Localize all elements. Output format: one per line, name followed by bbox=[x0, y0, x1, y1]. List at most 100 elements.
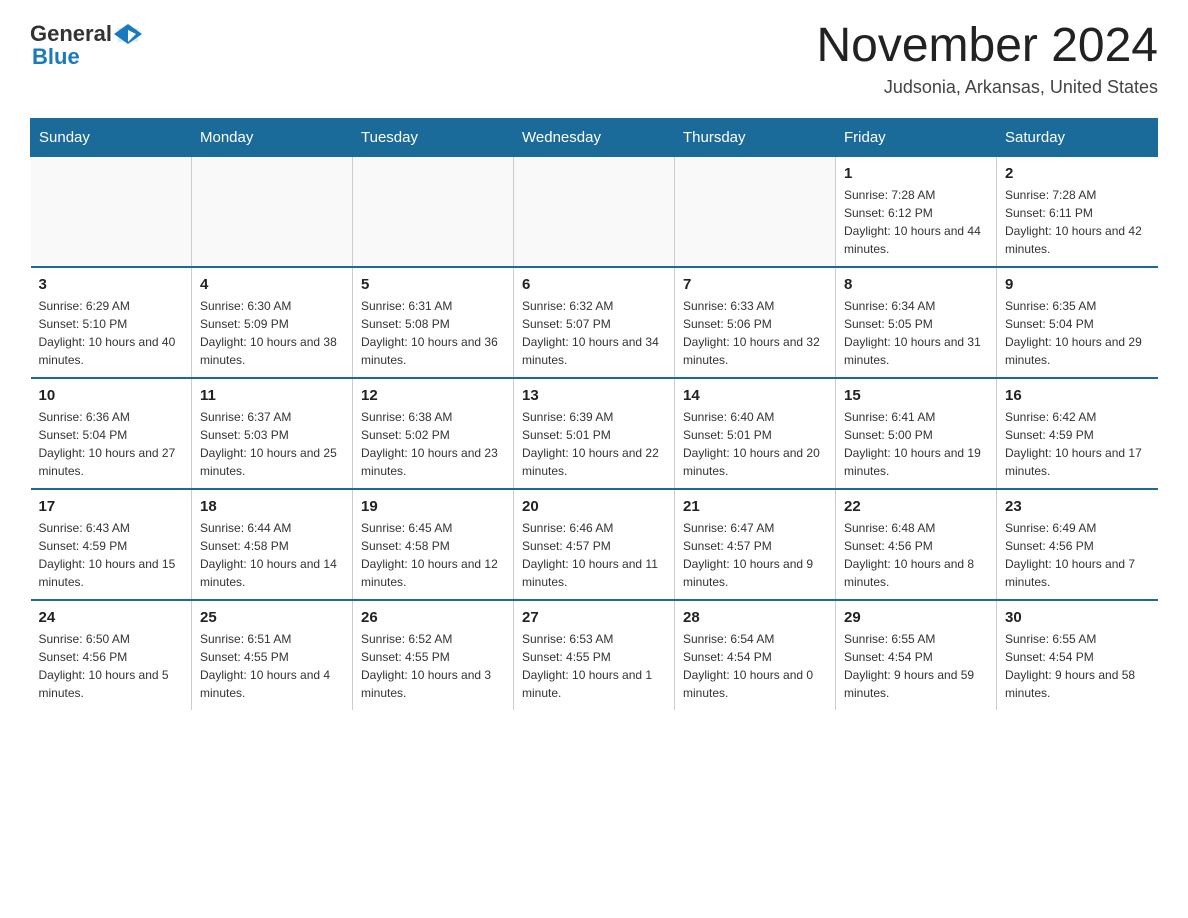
calendar-day-cell: 12 Sunrise: 6:38 AM Sunset: 5:02 PM Dayli… bbox=[353, 378, 514, 489]
calendar-day-cell: 17 Sunrise: 6:43 AM Sunset: 4:59 PM Dayli… bbox=[31, 489, 192, 600]
day-info: Sunrise: 6:34 AM Sunset: 5:05 PM Dayligh… bbox=[844, 297, 988, 369]
day-info: Sunrise: 6:50 AM Sunset: 4:56 PM Dayligh… bbox=[39, 630, 184, 702]
day-info: Sunrise: 6:40 AM Sunset: 5:01 PM Dayligh… bbox=[683, 408, 827, 480]
calendar-day-cell: 6Sunrise: 6:32 AM Sunset: 5:07 PM Daylig… bbox=[514, 267, 675, 378]
day-info: Sunrise: 6:42 AM Sunset: 4:59 PM Dayligh… bbox=[1005, 408, 1150, 480]
day-number: 8 bbox=[844, 276, 988, 293]
calendar-day-cell: 1 Sunrise: 7:28 AM Sunset: 6:12 PM Daylig… bbox=[836, 156, 997, 267]
day-number: 3 bbox=[39, 276, 184, 293]
day-number: 19 bbox=[361, 498, 505, 515]
calendar-day-cell: 26 Sunrise: 6:52 AM Sunset: 4:55 PM Dayli… bbox=[353, 600, 514, 710]
day-info: Sunrise: 6:31 AM Sunset: 5:08 PM Dayligh… bbox=[361, 297, 505, 369]
day-number: 28 bbox=[683, 609, 827, 626]
calendar-day-cell bbox=[353, 156, 514, 267]
day-number: 20 bbox=[522, 498, 666, 515]
logo-blue-text: Blue bbox=[32, 44, 80, 70]
day-info: Sunrise: 6:48 AM Sunset: 4:56 PM Dayligh… bbox=[844, 519, 988, 591]
day-number: 9 bbox=[1005, 276, 1150, 293]
calendar-day-cell bbox=[192, 156, 353, 267]
calendar-header-row: SundayMondayTuesdayWednesdayThursdayFrid… bbox=[31, 118, 1158, 156]
page-header: General Blue November 2024 Judsonia, Ark… bbox=[30, 20, 1158, 98]
day-info: Sunrise: 6:53 AM Sunset: 4:55 PM Dayligh… bbox=[522, 630, 666, 702]
day-info: Sunrise: 6:39 AM Sunset: 5:01 PM Dayligh… bbox=[522, 408, 666, 480]
day-number: 24 bbox=[39, 609, 184, 626]
location-subtitle: Judsonia, Arkansas, United States bbox=[816, 77, 1158, 98]
calendar-day-cell: 2 Sunrise: 7:28 AM Sunset: 6:11 PM Daylig… bbox=[997, 156, 1158, 267]
calendar-week-row: 1 Sunrise: 7:28 AM Sunset: 6:12 PM Daylig… bbox=[31, 156, 1158, 267]
day-of-week-header: Monday bbox=[192, 118, 353, 156]
day-info: Sunrise: 6:29 AM Sunset: 5:10 PM Dayligh… bbox=[39, 297, 184, 369]
calendar-day-cell: 20 Sunrise: 6:46 AM Sunset: 4:57 PM Dayli… bbox=[514, 489, 675, 600]
calendar-day-cell: 11Sunrise: 6:37 AM Sunset: 5:03 PM Dayli… bbox=[192, 378, 353, 489]
calendar-week-row: 17 Sunrise: 6:43 AM Sunset: 4:59 PM Dayli… bbox=[31, 489, 1158, 600]
day-info: Sunrise: 6:52 AM Sunset: 4:55 PM Dayligh… bbox=[361, 630, 505, 702]
calendar-day-cell: 19 Sunrise: 6:45 AM Sunset: 4:58 PM Dayli… bbox=[353, 489, 514, 600]
day-number: 21 bbox=[683, 498, 827, 515]
calendar-day-cell: 23Sunrise: 6:49 AM Sunset: 4:56 PM Dayli… bbox=[997, 489, 1158, 600]
day-info: Sunrise: 6:54 AM Sunset: 4:54 PM Dayligh… bbox=[683, 630, 827, 702]
day-info: Sunrise: 6:55 AM Sunset: 4:54 PM Dayligh… bbox=[1005, 630, 1150, 702]
calendar-table: SundayMondayTuesdayWednesdayThursdayFrid… bbox=[30, 118, 1158, 710]
day-number: 12 bbox=[361, 387, 505, 404]
day-number: 17 bbox=[39, 498, 184, 515]
day-number: 29 bbox=[844, 609, 988, 626]
calendar-week-row: 3 Sunrise: 6:29 AM Sunset: 5:10 PM Daylig… bbox=[31, 267, 1158, 378]
calendar-day-cell bbox=[514, 156, 675, 267]
day-info: Sunrise: 7:28 AM Sunset: 6:11 PM Dayligh… bbox=[1005, 186, 1150, 258]
day-number: 7 bbox=[683, 276, 827, 293]
calendar-week-row: 10Sunrise: 6:36 AM Sunset: 5:04 PM Dayli… bbox=[31, 378, 1158, 489]
day-info: Sunrise: 6:30 AM Sunset: 5:09 PM Dayligh… bbox=[200, 297, 344, 369]
day-info: Sunrise: 6:45 AM Sunset: 4:58 PM Dayligh… bbox=[361, 519, 505, 591]
day-number: 13 bbox=[522, 387, 666, 404]
calendar-day-cell: 9 Sunrise: 6:35 AM Sunset: 5:04 PM Daylig… bbox=[997, 267, 1158, 378]
day-info: Sunrise: 6:35 AM Sunset: 5:04 PM Dayligh… bbox=[1005, 297, 1150, 369]
calendar-day-cell: 21 Sunrise: 6:47 AM Sunset: 4:57 PM Dayli… bbox=[675, 489, 836, 600]
day-number: 16 bbox=[1005, 387, 1150, 404]
day-info: Sunrise: 6:36 AM Sunset: 5:04 PM Dayligh… bbox=[39, 408, 184, 480]
calendar-day-cell bbox=[675, 156, 836, 267]
calendar-day-cell: 25 Sunrise: 6:51 AM Sunset: 4:55 PM Dayli… bbox=[192, 600, 353, 710]
day-number: 1 bbox=[844, 165, 988, 182]
logo-icon bbox=[114, 20, 142, 48]
day-info: Sunrise: 6:41 AM Sunset: 5:00 PM Dayligh… bbox=[844, 408, 988, 480]
day-number: 22 bbox=[844, 498, 988, 515]
day-info: Sunrise: 6:51 AM Sunset: 4:55 PM Dayligh… bbox=[200, 630, 344, 702]
calendar-day-cell: 5 Sunrise: 6:31 AM Sunset: 5:08 PM Daylig… bbox=[353, 267, 514, 378]
day-info: Sunrise: 6:47 AM Sunset: 4:57 PM Dayligh… bbox=[683, 519, 827, 591]
calendar-day-cell: 29 Sunrise: 6:55 AM Sunset: 4:54 PM Dayli… bbox=[836, 600, 997, 710]
day-info: Sunrise: 6:43 AM Sunset: 4:59 PM Dayligh… bbox=[39, 519, 184, 591]
day-number: 14 bbox=[683, 387, 827, 404]
day-number: 4 bbox=[200, 276, 344, 293]
day-info: Sunrise: 6:38 AM Sunset: 5:02 PM Dayligh… bbox=[361, 408, 505, 480]
calendar-day-cell: 8 Sunrise: 6:34 AM Sunset: 5:05 PM Daylig… bbox=[836, 267, 997, 378]
day-number: 5 bbox=[361, 276, 505, 293]
day-number: 15 bbox=[844, 387, 988, 404]
calendar-day-cell: 24 Sunrise: 6:50 AM Sunset: 4:56 PM Dayli… bbox=[31, 600, 192, 710]
day-info: Sunrise: 6:37 AM Sunset: 5:03 PM Dayligh… bbox=[200, 408, 344, 480]
calendar-day-cell: 27 Sunrise: 6:53 AM Sunset: 4:55 PM Dayli… bbox=[514, 600, 675, 710]
day-of-week-header: Tuesday bbox=[353, 118, 514, 156]
day-info: Sunrise: 6:49 AM Sunset: 4:56 PM Dayligh… bbox=[1005, 519, 1150, 591]
calendar-day-cell: 16 Sunrise: 6:42 AM Sunset: 4:59 PM Dayli… bbox=[997, 378, 1158, 489]
day-number: 2 bbox=[1005, 165, 1150, 182]
day-info: Sunrise: 6:44 AM Sunset: 4:58 PM Dayligh… bbox=[200, 519, 344, 591]
calendar-week-row: 24 Sunrise: 6:50 AM Sunset: 4:56 PM Dayli… bbox=[31, 600, 1158, 710]
day-info: Sunrise: 6:46 AM Sunset: 4:57 PM Dayligh… bbox=[522, 519, 666, 591]
calendar-day-cell: 13 Sunrise: 6:39 AM Sunset: 5:01 PM Dayli… bbox=[514, 378, 675, 489]
title-block: November 2024 Judsonia, Arkansas, United… bbox=[816, 20, 1158, 98]
calendar-day-cell: 7Sunrise: 6:33 AM Sunset: 5:06 PM Daylig… bbox=[675, 267, 836, 378]
day-number: 26 bbox=[361, 609, 505, 626]
day-info: Sunrise: 6:32 AM Sunset: 5:07 PM Dayligh… bbox=[522, 297, 666, 369]
calendar-day-cell: 18Sunrise: 6:44 AM Sunset: 4:58 PM Dayli… bbox=[192, 489, 353, 600]
calendar-day-cell: 28 Sunrise: 6:54 AM Sunset: 4:54 PM Dayli… bbox=[675, 600, 836, 710]
day-number: 25 bbox=[200, 609, 344, 626]
day-of-week-header: Wednesday bbox=[514, 118, 675, 156]
logo: General Blue bbox=[30, 20, 142, 70]
day-of-week-header: Saturday bbox=[997, 118, 1158, 156]
calendar-day-cell bbox=[31, 156, 192, 267]
day-info: Sunrise: 7:28 AM Sunset: 6:12 PM Dayligh… bbox=[844, 186, 988, 258]
calendar-day-cell: 30Sunrise: 6:55 AM Sunset: 4:54 PM Dayli… bbox=[997, 600, 1158, 710]
day-of-week-header: Thursday bbox=[675, 118, 836, 156]
day-number: 27 bbox=[522, 609, 666, 626]
day-info: Sunrise: 6:55 AM Sunset: 4:54 PM Dayligh… bbox=[844, 630, 988, 702]
